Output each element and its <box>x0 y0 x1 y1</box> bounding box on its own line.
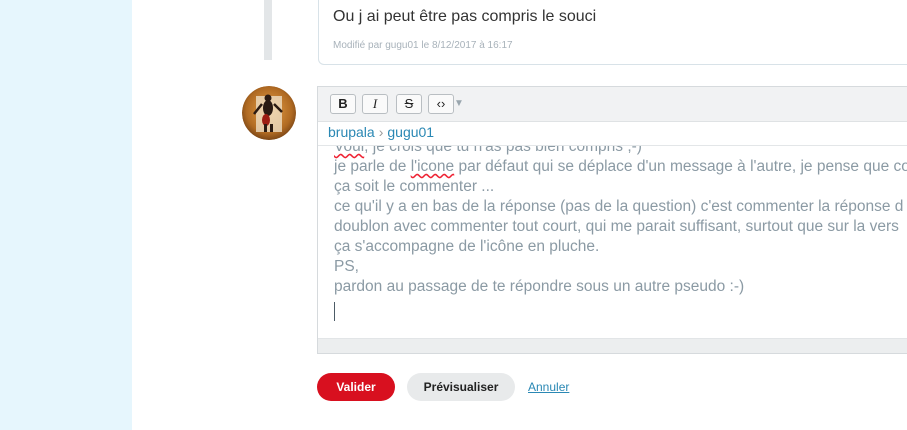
breadcrumb-item[interactable]: gugu01 <box>387 124 434 140</box>
misspelled-word: l'icone <box>410 158 455 175</box>
text-line: pardon au passage de te répondre sous un… <box>334 278 745 295</box>
text-line: je parle de l'icone par défaut qui se dé… <box>334 158 907 176</box>
misspelled-word: Voui <box>334 146 365 155</box>
strikethrough-button[interactable]: S <box>396 94 422 114</box>
previous-message: Ou j ai peut être pas compris le souci M… <box>318 0 907 65</box>
editor-resize-bar[interactable] <box>318 338 907 353</box>
preview-button[interactable]: Prévisualiser <box>407 373 515 401</box>
left-sidebar <box>0 0 132 430</box>
text-line: ça s'accompagne de l'icône en pluche. <box>334 238 600 255</box>
message-textarea[interactable]: Voui, je crois que tu n'as pas bien comp… <box>318 146 907 336</box>
text-line: ce qu'il y a en bas de la réponse (pas d… <box>334 198 904 215</box>
text-segment: par défaut qui se déplace d'un message à… <box>454 158 907 175</box>
chevron-down-icon[interactable]: ▼ <box>454 96 466 112</box>
breadcrumb: brupala › gugu01 <box>328 124 434 140</box>
thread-line <box>264 0 272 60</box>
text-line: PS, <box>334 258 359 275</box>
bold-button[interactable]: B <box>330 94 356 114</box>
reply-editor: B I S ‹› ▼ brupala › gugu01 Voui, je crois… <box>317 86 907 354</box>
text-line: ça soit le commenter ... <box>334 178 495 195</box>
text-line: doublon avec commenter tout court, qui m… <box>334 218 899 235</box>
italic-button[interactable]: I <box>362 94 388 114</box>
code-icon: ‹› <box>436 96 446 111</box>
avatar-image <box>242 86 296 140</box>
breadcrumb-separator: › <box>378 124 384 140</box>
text-line: Voui, je crois que tu n'as pas bien comp… <box>334 146 642 156</box>
text-segment: je parle de <box>334 158 411 175</box>
avatar[interactable] <box>242 86 296 140</box>
editor-toolbar: B I S ‹› ▼ <box>318 87 907 122</box>
cancel-link[interactable]: Annuler <box>528 380 569 394</box>
text-segment: , je crois que tu n'as pas bien compris … <box>364 146 642 155</box>
message-meta: Modifié par gugu01 le 8/12/2017 à 16:17 <box>333 40 513 51</box>
message-text: Ou j ai peut être pas compris le souci <box>333 8 597 25</box>
text-caret <box>334 302 335 321</box>
code-button[interactable]: ‹› <box>428 94 454 114</box>
breadcrumb-item[interactable]: brupala <box>328 124 375 140</box>
submit-button[interactable]: Valider <box>317 373 395 401</box>
